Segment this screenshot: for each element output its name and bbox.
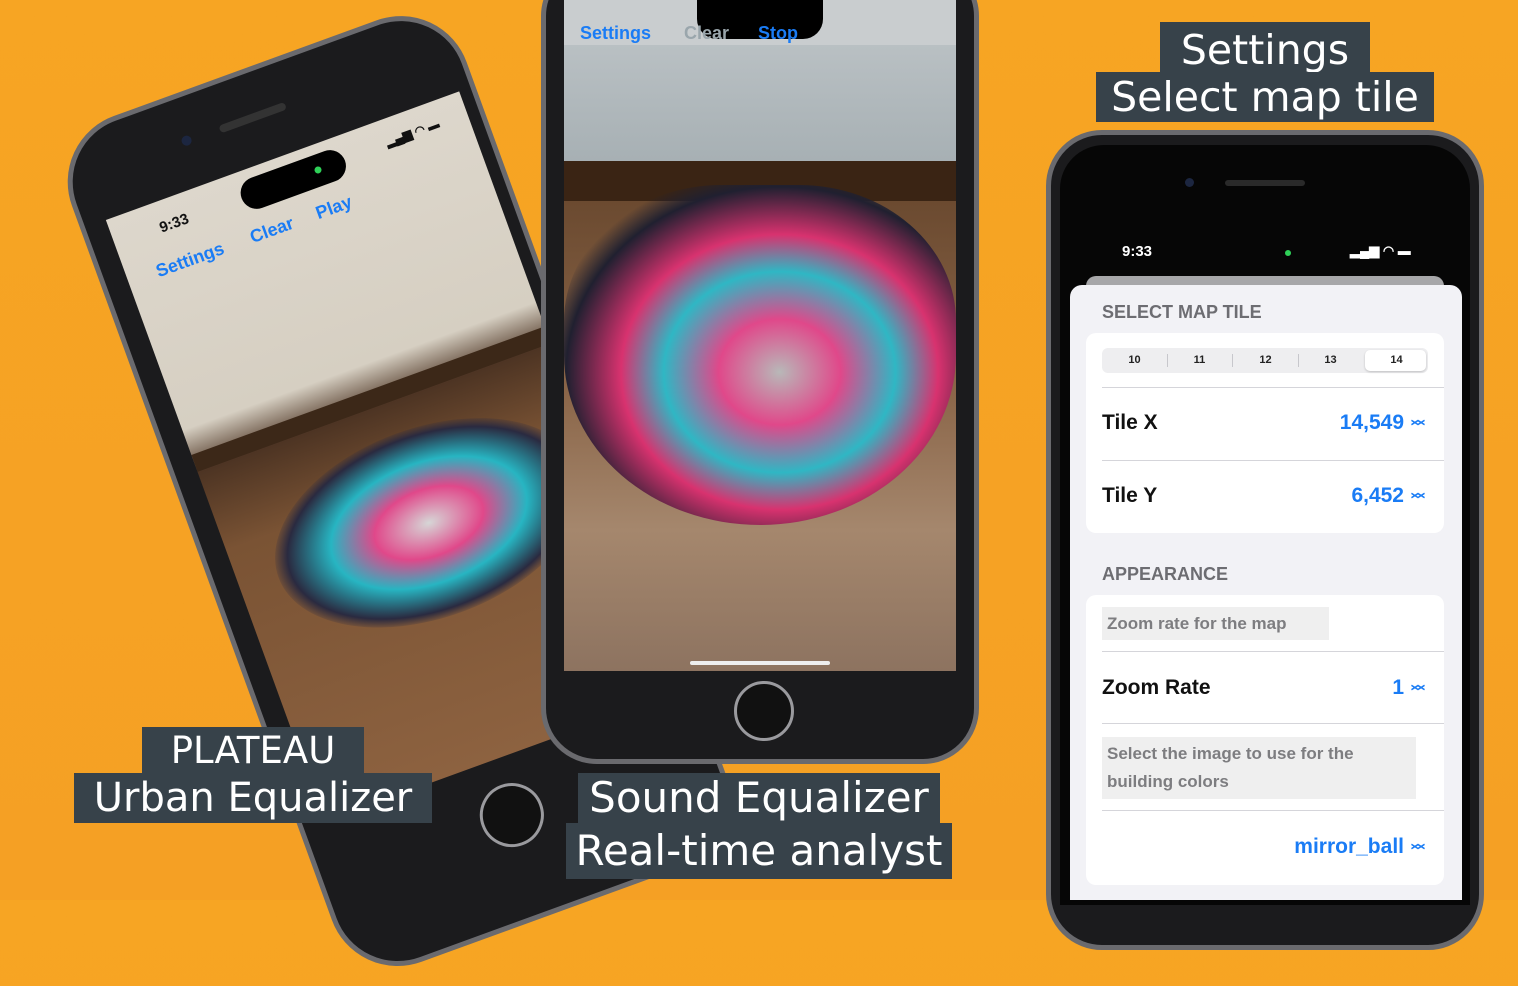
right-caption-line1: Settings bbox=[1160, 22, 1370, 74]
middle-caption-line2: Real-time analyst bbox=[566, 823, 952, 879]
status-icons: ▂▄▆ ◠ ▬ bbox=[383, 116, 442, 150]
right-caption-line2: Select map tile bbox=[1096, 72, 1434, 122]
tile-x-label: Tile X bbox=[1102, 411, 1158, 434]
divider bbox=[1102, 387, 1444, 388]
left-phone-speaker bbox=[218, 101, 287, 134]
tile-y-label: Tile Y bbox=[1102, 484, 1158, 507]
middle-wall bbox=[564, 45, 956, 161]
right-phone-camera bbox=[1185, 178, 1194, 187]
green-indicator-icon bbox=[1285, 250, 1291, 256]
segment-13[interactable]: 13 bbox=[1298, 348, 1363, 373]
settings-button[interactable]: Settings bbox=[580, 23, 651, 44]
building-image-chevron-icon[interactable]: ︿ ﹀ bbox=[1411, 836, 1425, 858]
segment-11[interactable]: 11 bbox=[1167, 348, 1232, 373]
green-indicator-icon bbox=[313, 165, 323, 175]
status-time: 9:33 bbox=[1122, 243, 1153, 260]
home-indicator bbox=[690, 661, 830, 665]
left-phone-camera bbox=[180, 134, 193, 148]
play-button[interactable]: Play bbox=[313, 192, 355, 224]
middle-caption-line1: Sound Equalizer bbox=[578, 773, 940, 823]
clear-button[interactable]: Clear bbox=[684, 23, 729, 44]
middle-home-button[interactable] bbox=[734, 681, 794, 741]
divider bbox=[1102, 651, 1444, 652]
divider bbox=[1102, 460, 1444, 461]
stop-button[interactable]: Stop bbox=[758, 23, 798, 44]
divider bbox=[1102, 723, 1444, 724]
segment-10[interactable]: 10 bbox=[1102, 348, 1167, 373]
zoom-rate-label: Zoom Rate bbox=[1102, 676, 1211, 699]
clear-button[interactable]: Clear bbox=[247, 213, 296, 248]
left-home-button[interactable] bbox=[470, 774, 553, 857]
right-phone-speaker bbox=[1225, 180, 1305, 186]
zoom-rate-hint: Zoom rate for the map bbox=[1102, 607, 1329, 640]
left-caption-line2: Urban Equalizer bbox=[74, 773, 432, 823]
middle-phone: Settings Clear Stop bbox=[541, 0, 979, 764]
left-caption: PLATEAU bbox=[142, 727, 364, 775]
tile-y-stepper-icon[interactable]: ︿ ﹀ bbox=[1411, 485, 1425, 507]
building-colors-hint: Select the image to use for the building… bbox=[1102, 737, 1416, 799]
middle-phone-screen: Settings Clear Stop bbox=[564, 0, 956, 671]
divider bbox=[1102, 810, 1444, 811]
zoom-rate-value[interactable]: 1 bbox=[1340, 676, 1404, 700]
ar-equalizer-visualization bbox=[564, 185, 956, 525]
status-icons: ▂▄▆ ◠ ▬ bbox=[1350, 243, 1411, 258]
tile-level-segmented-control: 10 11 12 13 14 bbox=[1102, 348, 1428, 373]
tile-y-value[interactable]: 6,452 bbox=[1290, 484, 1404, 508]
section-header-appearance: APPEARANCE bbox=[1102, 564, 1229, 584]
settings-button[interactable]: Settings bbox=[153, 238, 227, 282]
building-image-picker[interactable]: mirror_ball bbox=[1250, 835, 1404, 859]
zoom-rate-stepper-icon[interactable]: ︿ ﹀ bbox=[1411, 677, 1425, 699]
section-header-map-tile: SELECT MAP TILE bbox=[1102, 302, 1262, 322]
status-time: 9:33 bbox=[157, 210, 192, 237]
segment-14[interactable]: 14 bbox=[1364, 348, 1429, 373]
tile-x-value[interactable]: 14,549 bbox=[1290, 411, 1404, 435]
segment-12[interactable]: 12 bbox=[1233, 348, 1298, 373]
tile-x-stepper-icon[interactable]: ︿ ﹀ bbox=[1411, 412, 1425, 434]
